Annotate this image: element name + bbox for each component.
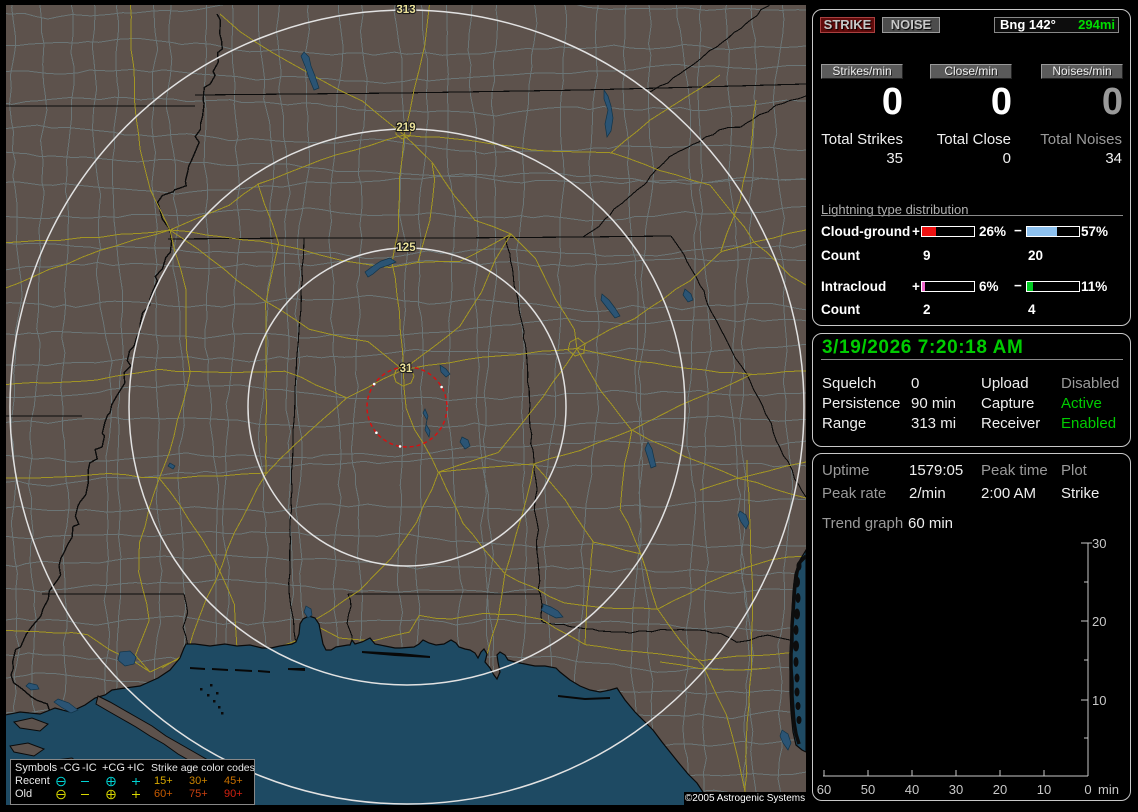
svg-text:50: 50 (861, 782, 875, 797)
svg-text:219: 219 (396, 122, 415, 134)
svg-text:20: 20 (993, 782, 1007, 797)
svg-text:31: 31 (400, 363, 413, 375)
svg-text:30: 30 (949, 782, 963, 797)
svg-text:min: min (1098, 782, 1119, 797)
svg-text:313: 313 (396, 5, 415, 16)
svg-text:20: 20 (1092, 614, 1106, 629)
svg-text:125: 125 (396, 242, 416, 254)
svg-text:0: 0 (1084, 782, 1091, 797)
svg-text:10: 10 (1037, 782, 1051, 797)
svg-text:40: 40 (905, 782, 919, 797)
svg-text:60: 60 (817, 782, 831, 797)
svg-text:10: 10 (1092, 693, 1106, 708)
svg-text:30: 30 (1092, 536, 1106, 551)
